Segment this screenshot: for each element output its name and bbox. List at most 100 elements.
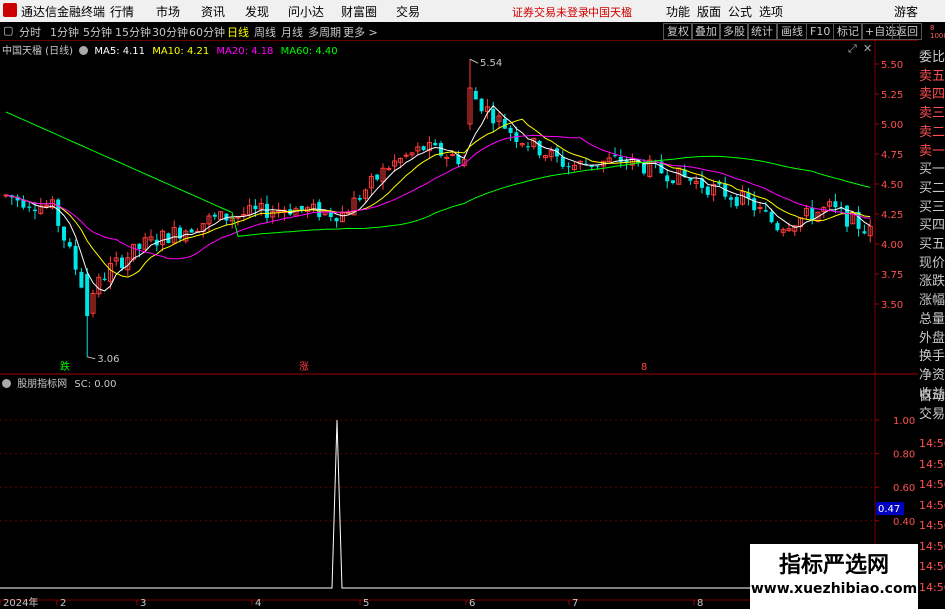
menu-item-wealth[interactable]: 财富圈 bbox=[341, 3, 377, 20]
statistics-button[interactable]: 统计 bbox=[747, 23, 777, 40]
side-panel-item[interactable]: 交易 bbox=[919, 403, 945, 422]
period-tab-multi[interactable]: 多周期 bbox=[308, 24, 341, 40]
candle-body bbox=[433, 142, 438, 146]
menu-item-options[interactable]: 选项 bbox=[759, 3, 783, 20]
overlay-button[interactable]: 叠加 bbox=[691, 23, 721, 40]
side-panel-item[interactable]: 买一 bbox=[919, 158, 945, 177]
kline-chart[interactable]: 5.50 5.25 5.00 4.75 4.50 4.25 4.00 3.75 3.50 1.00… bbox=[0, 40, 918, 609]
menu-item-market[interactable]: 市场 bbox=[156, 3, 180, 20]
menu-item-formula[interactable]: 公式 bbox=[728, 3, 752, 20]
checkbox-icon[interactable]: ▢ bbox=[3, 24, 13, 37]
menu-item-discover[interactable]: 发现 bbox=[245, 3, 269, 20]
side-panel-item[interactable]: 现价 bbox=[919, 252, 945, 271]
side-panel-item[interactable]: 14:56 bbox=[919, 458, 945, 471]
high-price-label: 5.54 bbox=[480, 58, 502, 69]
price-tick: 5.50 bbox=[881, 60, 903, 71]
side-panel-item[interactable]: 净资 bbox=[919, 364, 945, 383]
candle-body bbox=[775, 223, 780, 231]
mark-button[interactable]: 标记 bbox=[833, 23, 863, 40]
side-panel-item[interactable]: 卖三 bbox=[919, 102, 945, 121]
login-notice[interactable]: 证券交易未登录 bbox=[512, 4, 589, 20]
menu-item-layout[interactable]: 版面 bbox=[697, 3, 721, 20]
side-panel-item[interactable]: 委比 bbox=[919, 46, 945, 65]
chart-title: 中国天楹 (日线) bbox=[2, 46, 73, 57]
side-panel-item[interactable]: 14:56 bbox=[919, 560, 945, 573]
menu-item-function[interactable]: 功能 bbox=[666, 3, 690, 20]
side-panel-item[interactable]: 卖四 bbox=[919, 83, 945, 102]
period-tab-15min[interactable]: 15分钟 bbox=[115, 24, 151, 40]
candle-body bbox=[729, 197, 733, 200]
side-panel-item[interactable]: 买四 bbox=[919, 214, 945, 233]
candlestick-series bbox=[3, 59, 873, 357]
menu-bar: 通达信金融终端 行情 市场 资讯 发现 问小达 财富圈 交易 证券交易未登录 中… bbox=[0, 0, 945, 22]
candle-body bbox=[595, 165, 600, 167]
back-button[interactable]: 返回 bbox=[892, 23, 922, 40]
watermark-url: www.xuezhibiao.com bbox=[750, 581, 918, 597]
price-tick: 3.75 bbox=[881, 270, 903, 281]
candle-body bbox=[79, 271, 84, 288]
candle-body bbox=[253, 205, 258, 210]
low-price-label: 3.06 bbox=[97, 354, 119, 365]
f10-button[interactable]: F10 bbox=[806, 23, 835, 40]
side-panel-item[interactable]: 14:56 bbox=[919, 581, 945, 594]
guest-label[interactable]: 游客 bbox=[894, 3, 918, 20]
side-panel-item[interactable]: 卖五 bbox=[919, 65, 945, 84]
side-panel-item[interactable]: 卖一 bbox=[919, 140, 945, 159]
price-tick: 4.50 bbox=[881, 180, 903, 191]
candle-body bbox=[102, 278, 107, 280]
close-icon[interactable]: ✕ bbox=[863, 42, 872, 55]
candle-body bbox=[375, 174, 380, 180]
period-tab-5min[interactable]: 5分钟 bbox=[83, 24, 112, 40]
side-panel-item[interactable]: 卖二 bbox=[919, 121, 945, 140]
app-logo-icon bbox=[3, 3, 17, 17]
candle-body bbox=[491, 108, 496, 124]
side-panel-item[interactable]: 买二 bbox=[919, 177, 945, 196]
menu-item-trade[interactable]: 交易 bbox=[396, 3, 420, 20]
candle-body bbox=[212, 214, 217, 217]
period-tab-60min[interactable]: 60分钟 bbox=[189, 24, 225, 40]
adjust-button[interactable]: 复权 bbox=[663, 23, 693, 40]
side-panel-item[interactable]: 自动 bbox=[919, 385, 945, 404]
period-tab-daily[interactable]: 日线 bbox=[227, 24, 249, 40]
candle-body bbox=[450, 154, 456, 157]
candle-body bbox=[357, 197, 362, 200]
period-tab-1min[interactable]: 1分钟 bbox=[50, 24, 79, 40]
period-tab-30min[interactable]: 30分钟 bbox=[152, 24, 188, 40]
menu-item-ask[interactable]: 问小达 bbox=[288, 3, 324, 20]
period-tab-weekly[interactable]: 周线 bbox=[254, 24, 276, 40]
candle-body bbox=[705, 186, 710, 195]
main-chart-header: 中国天楹 (日线) MA5: 4.11 MA10: 4.21 MA20: 4.1… bbox=[2, 42, 338, 57]
candle-body bbox=[299, 205, 304, 210]
side-panel-item[interactable]: 14:56 bbox=[919, 499, 945, 512]
candle-body bbox=[85, 274, 90, 316]
multi-stock-button[interactable]: 多股 bbox=[719, 23, 749, 40]
side-panel-item[interactable]: 涨跌 bbox=[919, 270, 945, 289]
period-tab-more[interactable]: 更多 > bbox=[343, 24, 378, 40]
candle-body bbox=[479, 98, 484, 112]
candle-body bbox=[403, 154, 409, 157]
side-panel-item[interactable]: 买三 bbox=[919, 196, 945, 215]
date-tick: 7 bbox=[572, 598, 578, 609]
side-panel-item[interactable]: 外盘 bbox=[919, 327, 945, 346]
period-tab-monthly[interactable]: 月线 bbox=[281, 24, 303, 40]
side-panel-item[interactable]: 买五 bbox=[919, 233, 945, 252]
app-title: 通达信金融终端 bbox=[21, 5, 106, 19]
period-tab-intraday[interactable]: 分时 bbox=[19, 24, 41, 40]
menu-item-news[interactable]: 资讯 bbox=[201, 3, 225, 20]
settings-circle-icon[interactable] bbox=[79, 46, 89, 55]
side-panel-item[interactable]: 换手 bbox=[919, 345, 945, 364]
settings-circle-icon[interactable] bbox=[2, 379, 11, 388]
side-panel-item[interactable]: 14:56 bbox=[919, 437, 945, 450]
price-tick: 5.25 bbox=[881, 90, 903, 101]
candle-body bbox=[810, 207, 815, 220]
candle-body bbox=[27, 206, 32, 208]
expand-icon[interactable]: ⤢ bbox=[848, 42, 857, 56]
draw-line-button[interactable]: 画线 bbox=[777, 23, 807, 40]
side-panel-item[interactable]: 14:56 bbox=[919, 478, 945, 491]
indicator-tick: 1.00 bbox=[893, 416, 915, 427]
menu-item-quotes[interactable]: 行情 bbox=[110, 3, 134, 20]
side-panel-item[interactable]: 涨幅 bbox=[919, 289, 945, 308]
side-panel-item[interactable]: 14:56 bbox=[919, 519, 945, 532]
side-panel-item[interactable]: 总量 bbox=[919, 308, 945, 327]
side-panel-item[interactable]: 14:56 bbox=[919, 540, 945, 553]
